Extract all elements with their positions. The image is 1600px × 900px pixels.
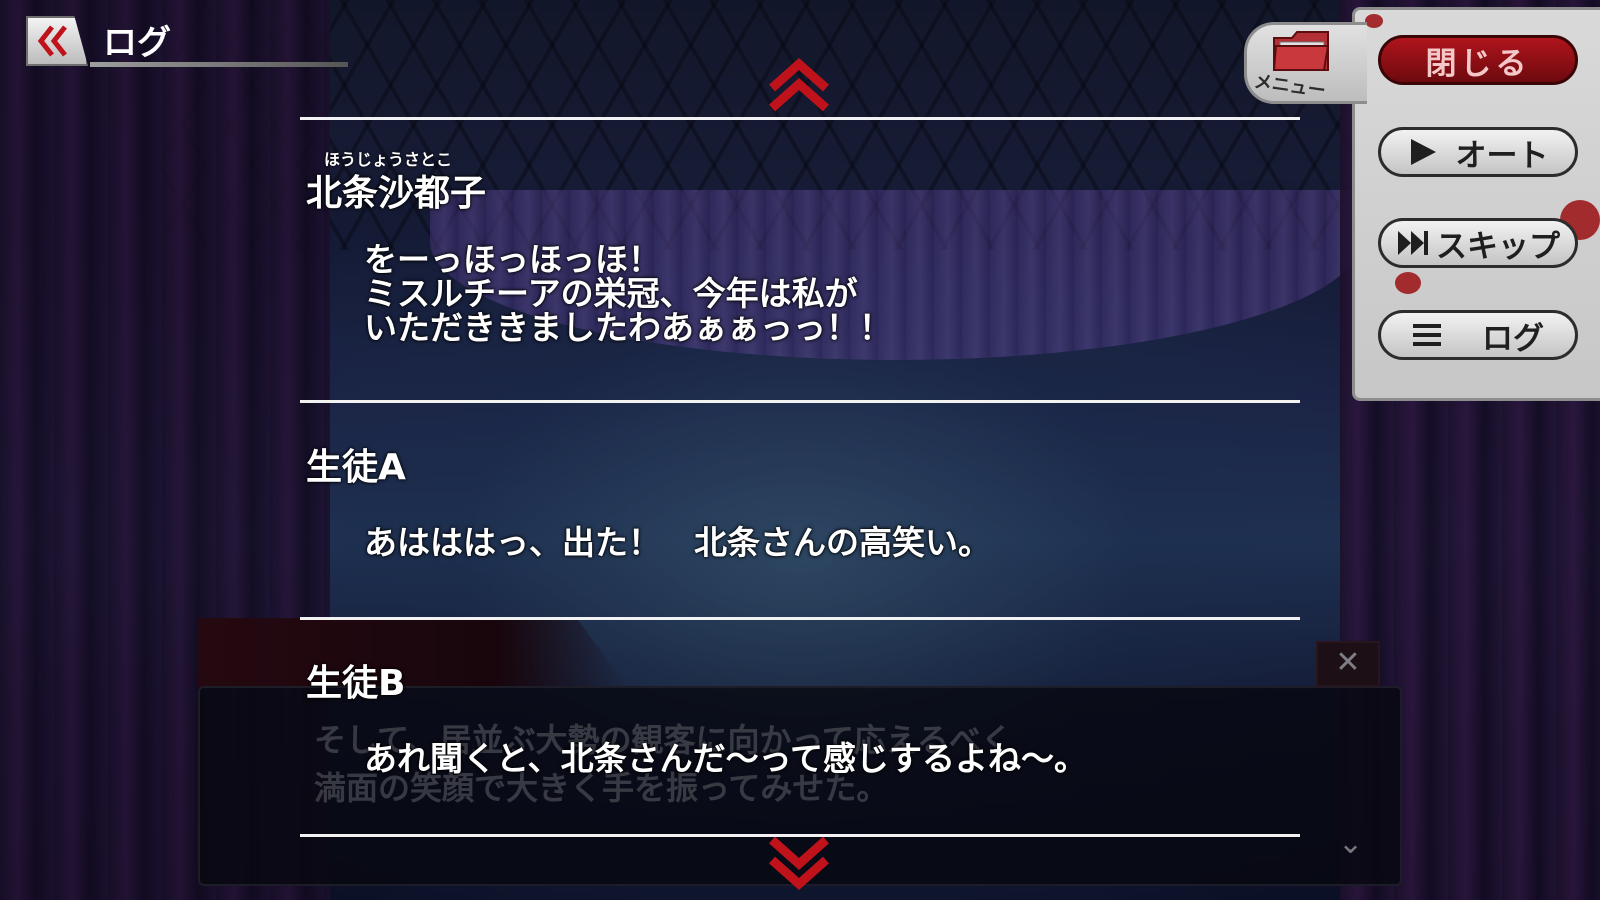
blood-splatter [1365, 14, 1383, 28]
dialogue-line: ミスルチーアの栄冠、今年は私が [364, 274, 858, 313]
close-button-label: 閉じる [1425, 45, 1531, 82]
auto-button-label: オート [1455, 137, 1549, 174]
dialogue-line: あれ聞くと、北条さんだ〜って感じするよね〜。 [364, 739, 1088, 778]
speaker-name: 生徒B [306, 663, 406, 704]
close-button[interactable]: 閉じる [1378, 35, 1578, 85]
header-underline [90, 62, 348, 67]
entry-divider [300, 400, 1300, 403]
dialogue-line: いただききましたわあぁぁっっ！！ [364, 308, 892, 347]
play-icon [1408, 137, 1438, 167]
blood-splatter [1395, 272, 1421, 294]
log-button-label: ログ [1482, 320, 1544, 357]
entry-divider [300, 617, 1300, 620]
speaker-name: 生徒A [306, 447, 406, 488]
menu-lines-icon [1412, 322, 1442, 348]
log-button[interactable]: ログ [1378, 310, 1578, 360]
page-title: ログ [103, 23, 171, 63]
fast-forward-icon [1396, 229, 1430, 257]
skip-button-label: スキップ [1436, 228, 1560, 265]
skip-button[interactable]: スキップ [1378, 218, 1578, 268]
dialogue-line: をーっほっほっほ！ [364, 240, 661, 279]
entry-divider [300, 117, 1300, 120]
folder-icon [1272, 31, 1330, 71]
speaker-name: 北条沙都子 [306, 173, 487, 214]
entry-divider [300, 834, 1300, 837]
auto-button[interactable]: オート [1378, 127, 1578, 177]
scroll-down-icon[interactable] [766, 834, 832, 890]
dialogue-line: あはははっ、出た！ 北条さんの高笑い。 [364, 523, 991, 562]
scroll-up-icon[interactable] [766, 58, 832, 114]
double-chevron-left-icon [38, 25, 67, 57]
